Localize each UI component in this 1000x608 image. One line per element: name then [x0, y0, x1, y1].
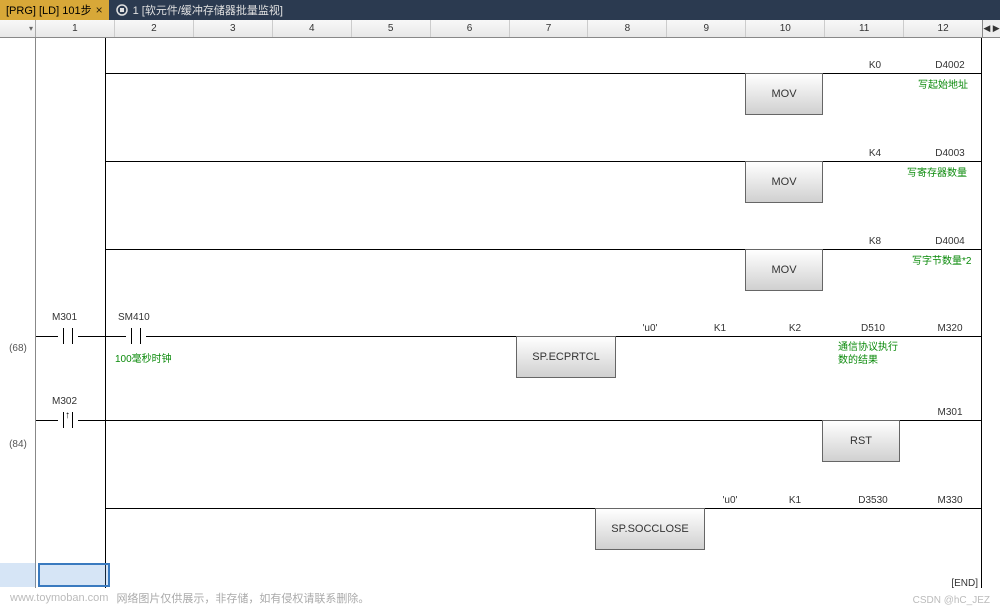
ladder-editor[interactable]: MOV K0 D4002 写起始地址 MOV K4 D4003 写寄存器数量 M… — [0, 38, 1000, 588]
operand: K2 — [775, 323, 815, 334]
rail — [900, 420, 982, 421]
rail — [146, 336, 516, 337]
ruler-scroll-icon[interactable]: ◀ ▶ — [982, 20, 1000, 37]
tab-label: 1 [软元件/缓冲存储器批量监视] — [133, 2, 283, 18]
rail — [616, 336, 982, 337]
column-head: 1 — [36, 20, 115, 37]
operand: K1 — [775, 495, 815, 506]
disclaimer-text: 网络图片仅供展示，非存储，如有侵权请联系删除。 — [116, 590, 369, 606]
column-head: 5 — [352, 20, 431, 37]
operand: D4002 — [925, 60, 975, 71]
comment: 写字节数量*2 — [912, 252, 971, 267]
column-head: 3 — [194, 20, 273, 37]
contact-label: M302 — [52, 396, 77, 407]
comment: 100毫秒时钟 — [115, 350, 172, 365]
operand: 'u0' — [710, 495, 750, 506]
instruction-mov[interactable]: MOV — [745, 161, 823, 203]
tab-device-monitor[interactable]: 1 [软元件/缓冲存储器批量监视] — [109, 0, 289, 20]
footer-right: CSDN @hC_JEZ — [913, 595, 990, 606]
rail — [823, 73, 982, 74]
operand: K4 — [855, 148, 895, 159]
operand: D4004 — [925, 236, 975, 247]
step-number: (68) — [0, 343, 36, 354]
rail — [823, 249, 982, 250]
vertical-link — [105, 73, 106, 161]
instruction-label: MOV — [771, 176, 796, 188]
operand: K1 — [700, 323, 740, 334]
operand: M301 — [925, 407, 975, 418]
rail — [823, 161, 982, 162]
tab-label: [PRG] [LD] 101步 — [6, 2, 92, 18]
instruction-mov[interactable]: MOV — [745, 73, 823, 115]
contact-label: M301 — [52, 312, 77, 323]
column-head: 6 — [431, 20, 510, 37]
column-head: 12 — [904, 20, 982, 37]
rail — [105, 161, 760, 162]
instruction-label: RST — [850, 435, 872, 447]
close-icon[interactable]: × — [96, 3, 103, 17]
selected-step-cell — [0, 563, 36, 587]
column-head: 8 — [588, 20, 667, 37]
tab-prg-ld[interactable]: [PRG] [LD] 101步 × — [0, 0, 109, 20]
cursor-cell[interactable] — [38, 563, 110, 587]
operand: 'u0' — [630, 323, 670, 334]
instruction-label: MOV — [771, 88, 796, 100]
operand: D4003 — [925, 148, 975, 159]
instruction-mov[interactable]: MOV — [745, 249, 823, 291]
contact-no[interactable] — [58, 326, 78, 346]
right-busbar — [981, 38, 982, 588]
rail — [36, 336, 58, 337]
operand: D510 — [848, 323, 898, 334]
column-head: 11 — [825, 20, 904, 37]
column-head: 10 — [746, 20, 825, 37]
rising-edge-icon: ↑ — [65, 411, 70, 421]
rail — [36, 420, 58, 421]
instruction-sp-socclose[interactable]: SP.SOCCLOSE — [595, 508, 705, 550]
instruction-sp-ecprtcl[interactable]: SP.ECPRTCL — [516, 336, 616, 378]
comment: 写起始地址 — [918, 76, 968, 91]
column-head: 4 — [273, 20, 352, 37]
comment: 数的结果 — [838, 351, 878, 366]
step-number: (84) — [0, 439, 36, 450]
instruction-label: SP.ECPRTCL — [532, 351, 599, 363]
operand: K8 — [855, 236, 895, 247]
rail — [105, 249, 760, 250]
instruction-rst[interactable]: RST — [822, 420, 900, 462]
rail — [105, 508, 595, 509]
instruction-label: SP.SOCCLOSE — [611, 523, 688, 535]
contact-label: SM410 — [118, 312, 150, 323]
vertical-link — [105, 161, 106, 249]
column-ruler: ▾ 123456789101112 ◀ ▶ — [0, 20, 1000, 38]
column-head: 7 — [510, 20, 589, 37]
chevron-down-icon[interactable]: ▾ — [29, 24, 33, 33]
comment: 写寄存器数量 — [907, 164, 967, 179]
operand: M330 — [925, 495, 975, 506]
watermark-text: www.toymoban.com — [10, 592, 108, 604]
rail — [78, 420, 822, 421]
instruction-label: MOV — [771, 264, 796, 276]
operand: D3530 — [848, 495, 898, 506]
rail — [105, 73, 760, 74]
monitor-icon — [115, 3, 129, 17]
contact-no[interactable] — [126, 326, 146, 346]
tab-bar: [PRG] [LD] 101步 × 1 [软元件/缓冲存储器批量监视] — [0, 0, 1000, 20]
column-head: 9 — [667, 20, 746, 37]
contact-rising-pulse[interactable]: ↑ — [58, 410, 78, 430]
step-gutter-head: ▾ — [0, 20, 36, 37]
rail — [78, 336, 126, 337]
vertical-link — [105, 420, 106, 508]
operand: K0 — [855, 60, 895, 71]
step-gutter — [0, 38, 36, 588]
rail — [705, 508, 982, 509]
operand: M320 — [925, 323, 975, 334]
column-head: 2 — [115, 20, 194, 37]
footer: www.toymoban.com 网络图片仅供展示，非存储，如有侵权请联系删除。 — [0, 588, 1000, 608]
